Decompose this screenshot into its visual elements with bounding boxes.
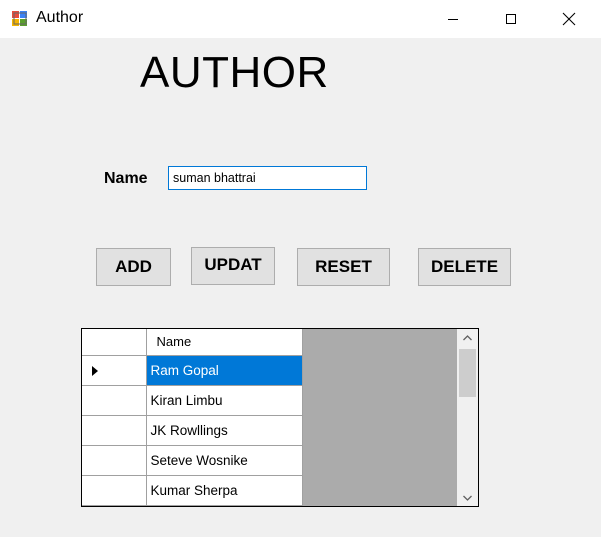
row-header[interactable] [82, 475, 147, 506]
reset-button[interactable]: RESET [297, 248, 390, 286]
close-icon [562, 12, 576, 26]
authors-table: Name Ram Gopal Kiran Limbu JK Rowllings … [82, 329, 303, 506]
row-header[interactable] [82, 385, 147, 416]
column-header-name[interactable]: Name [146, 329, 303, 356]
name-label: Name [104, 170, 148, 187]
app-icon [12, 11, 27, 26]
table-cell-name[interactable]: Kiran Limbu [146, 385, 303, 416]
table-cell-name[interactable]: Kumar Sherpa [146, 475, 303, 506]
maximize-button[interactable] [482, 0, 540, 38]
table-cell-name[interactable]: JK Rowllings [146, 415, 303, 446]
maximize-icon [506, 14, 516, 24]
current-row-arrow-icon [92, 365, 98, 376]
close-button[interactable] [540, 0, 598, 38]
table-row[interactable]: Seteve Wosnike [82, 445, 303, 476]
window-title: Author [36, 9, 84, 26]
minimize-button[interactable] [424, 0, 482, 38]
name-input[interactable] [168, 166, 367, 190]
scroll-down-button[interactable] [457, 489, 478, 506]
vertical-scrollbar[interactable] [457, 329, 478, 506]
chevron-down-icon [463, 495, 472, 501]
delete-button[interactable]: DELETE [418, 248, 511, 286]
minimize-icon [448, 19, 458, 20]
grid-corner-header[interactable] [82, 329, 147, 356]
table-row[interactable]: JK Rowllings [82, 415, 303, 446]
table-cell-name[interactable]: Seteve Wosnike [146, 445, 303, 476]
table-row[interactable]: Kumar Sherpa [82, 475, 303, 506]
table-row[interactable]: Ram Gopal [82, 355, 303, 386]
row-header[interactable] [82, 415, 147, 446]
page-title: AUTHOR [140, 48, 329, 97]
title-bar[interactable]: Author [0, 0, 601, 38]
row-header[interactable] [82, 355, 147, 386]
add-button[interactable]: ADD [96, 248, 171, 286]
scrollbar-thumb[interactable] [459, 349, 476, 397]
authors-grid[interactable]: Name Ram Gopal Kiran Limbu JK Rowllings … [81, 328, 479, 507]
grid-header-row: Name [82, 329, 303, 356]
row-header[interactable] [82, 445, 147, 476]
table-row[interactable]: Kiran Limbu [82, 385, 303, 416]
update-button[interactable]: UPDAT [191, 247, 275, 285]
table-cell-name[interactable]: Ram Gopal [146, 355, 303, 386]
chevron-up-icon [463, 334, 472, 340]
scroll-up-button[interactable] [457, 329, 478, 346]
